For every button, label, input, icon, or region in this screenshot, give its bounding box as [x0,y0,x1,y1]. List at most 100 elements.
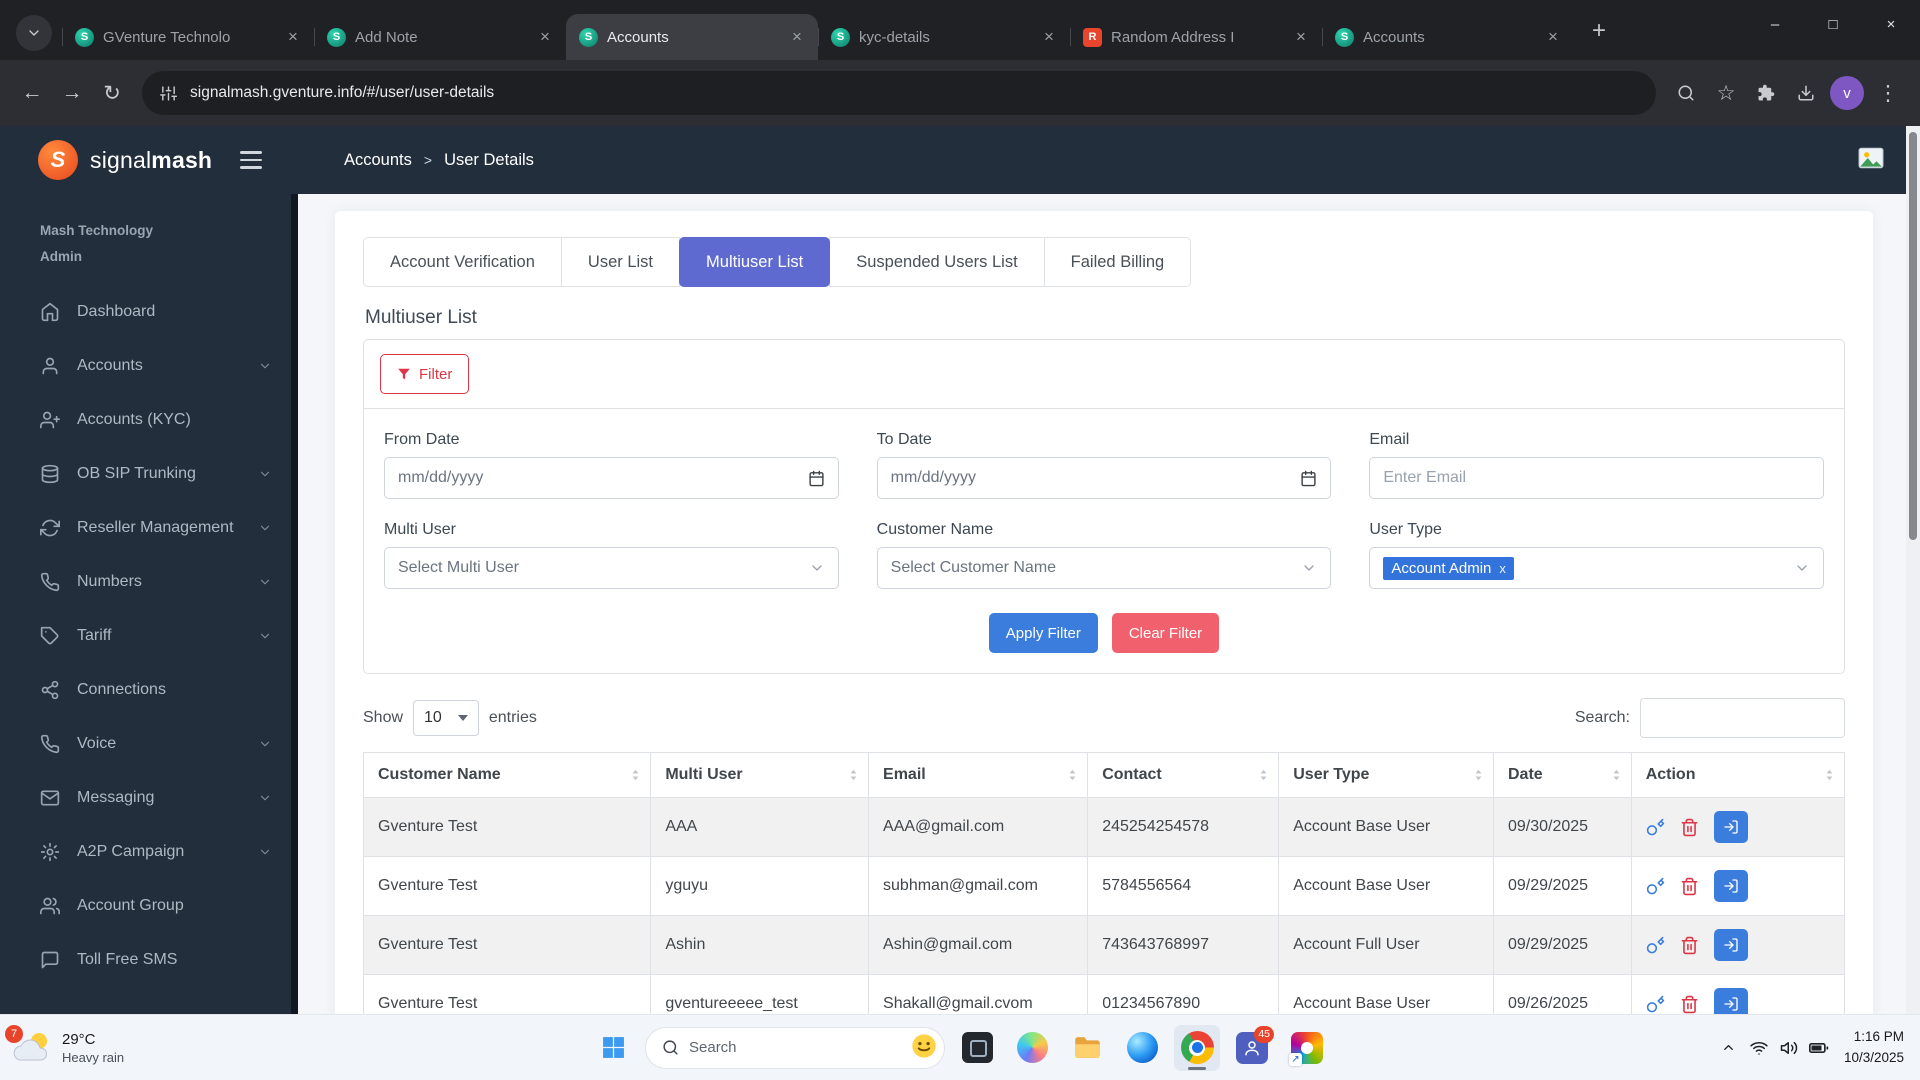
column-header-multi-user[interactable]: Multi User [650,752,870,798]
page-size-select[interactable]: 10 [413,700,479,736]
multi-user-select[interactable]: Select Multi User [384,547,839,589]
page-scrollbar[interactable] [1906,126,1920,1014]
trash-icon[interactable] [1680,995,1699,1014]
browser-tab[interactable]: R Random Address I × [1070,14,1322,60]
profile-avatar[interactable]: v [1830,76,1864,110]
tab-close-icon[interactable]: × [1542,26,1564,48]
new-tab-button[interactable]: + [1584,16,1614,46]
edge-button[interactable] [1119,1025,1165,1071]
extensions-button[interactable] [1746,73,1786,113]
start-button[interactable] [590,1025,636,1071]
login-button[interactable] [1713,929,1748,961]
browser-tab[interactable]: S kyc-details × [818,14,1070,60]
close-button[interactable]: × [1862,0,1920,48]
column-header-action[interactable]: Action [1630,752,1846,798]
column-header-customer-name[interactable]: Customer Name [362,752,652,798]
tab-close-icon[interactable]: × [534,26,556,48]
sidebar-item-numbers[interactable]: Numbers [0,555,298,609]
wifi-icon[interactable] [1744,1032,1774,1064]
key-icon[interactable] [1646,877,1665,896]
browser-tab-active[interactable]: S Accounts × [566,14,818,60]
login-button[interactable] [1713,988,1748,1014]
customer-name-select[interactable]: Select Customer Name [876,547,1332,589]
task-view-button[interactable] [954,1025,1000,1071]
reload-button[interactable]: ↻ [92,73,132,113]
battery-icon[interactable] [1804,1032,1834,1064]
browser-tab[interactable]: S GVenture Technolo × [62,14,314,60]
site-settings-icon[interactable] [160,85,177,102]
tab-search-button[interactable] [16,15,52,51]
minimize-button[interactable]: – [1746,0,1804,48]
login-button[interactable] [1713,870,1748,902]
column-header-user-type[interactable]: User Type [1278,752,1494,798]
tab-close-icon[interactable]: × [1290,26,1312,48]
sidebar-item-connections[interactable]: Connections [0,663,298,717]
hidden-icons-button[interactable] [1714,1032,1744,1064]
table-search-input[interactable] [1640,698,1845,738]
sidebar-item-account-group[interactable]: Account Group [0,879,298,933]
tab-failed-billing[interactable]: Failed Billing [1043,237,1192,287]
sidebar-item-accounts-kyc[interactable]: Accounts (KYC) [0,393,298,447]
sidebar-toggle-button[interactable] [240,151,263,169]
user-type-multiselect[interactable]: Account Admin x [1369,547,1824,589]
sidebar-item-ob-sip-trunking[interactable]: OB SIP Trunking [0,447,298,501]
tab-user-list[interactable]: User List [560,237,681,287]
trash-icon[interactable] [1680,818,1699,837]
column-header-email[interactable]: Email [868,752,1089,798]
search-icon-button[interactable] [1666,73,1706,113]
tab-close-icon[interactable]: × [1038,26,1060,48]
calendar-icon[interactable] [1300,470,1317,487]
key-icon[interactable] [1646,936,1665,955]
file-explorer-button[interactable] [1064,1025,1110,1071]
column-header-date[interactable]: Date [1492,752,1632,798]
copilot-button[interactable] [1009,1025,1055,1071]
sidebar-item-dashboard[interactable]: Dashboard [0,285,298,339]
sidebar-item-tariff[interactable]: Tariff [0,609,298,663]
forward-button[interactable]: → [52,73,92,113]
tab-close-icon[interactable]: × [282,26,304,48]
from-date-input[interactable]: mm/dd/yyyy [384,457,839,499]
downloads-button[interactable] [1786,73,1826,113]
maximize-button[interactable]: □ [1804,0,1862,48]
tab-suspended-users-list[interactable]: Suspended Users List [829,237,1045,287]
sidebar-item-messaging[interactable]: Messaging [0,771,298,825]
copilot-icon [1016,1032,1048,1063]
scrollbar-thumb[interactable] [1909,132,1917,541]
apply-filter-button[interactable]: Apply Filter [988,613,1098,653]
photos-button[interactable]: ↗ [1284,1025,1330,1071]
tab-account-verification[interactable]: Account Verification [363,237,562,287]
sidebar-item-a2p-campaign[interactable]: A2P Campaign [0,825,298,879]
filter-toggle-button[interactable]: Filter [380,354,470,394]
login-button[interactable] [1713,811,1748,843]
clear-filter-button[interactable]: Clear Filter [1111,613,1220,653]
volume-icon[interactable] [1774,1032,1804,1064]
browser-tab[interactable]: S Add Note × [314,14,566,60]
bookmark-star-button[interactable]: ☆ [1706,73,1746,113]
key-icon[interactable] [1646,995,1665,1014]
sidebar-item-toll-free-sms[interactable]: Toll Free SMS [0,933,298,987]
header-image-icon[interactable] [1858,147,1884,174]
breadcrumb-accounts[interactable]: Accounts [344,151,412,170]
taskbar-clock[interactable]: 1:16 PM 10/3/2025 [1844,1027,1904,1068]
column-header-contact[interactable]: Contact [1087,752,1280,798]
to-date-input[interactable]: mm/dd/yyyy [876,457,1332,499]
sidebar-item-voice[interactable]: Voice [0,717,298,771]
taskbar-search[interactable]: Search [645,1026,945,1069]
url-bar[interactable]: signalmash.gventure.info/#/user/user-det… [142,71,1656,115]
sidebar-item-accounts[interactable]: Accounts [0,339,298,393]
weather-widget[interactable]: 7 29°C Heavy rain [5,1024,124,1066]
tab-close-icon[interactable]: × [786,26,808,48]
remove-tag-icon[interactable]: x [1499,561,1506,576]
teams-button[interactable]: 45 [1229,1025,1275,1071]
key-icon[interactable] [1646,818,1665,837]
back-button[interactable]: ← [12,73,52,113]
trash-icon[interactable] [1680,936,1699,955]
browser-tab[interactable]: S Accounts × [1322,14,1574,60]
calendar-icon[interactable] [808,470,825,487]
browser-menu-button[interactable]: ⋮ [1868,73,1908,113]
chrome-button[interactable] [1174,1024,1220,1071]
email-input[interactable] [1369,457,1824,499]
trash-icon[interactable] [1680,877,1699,896]
sidebar-item-reseller-management[interactable]: Reseller Management [0,501,298,555]
tab-multiuser-list[interactable]: Multiuser List [679,237,831,287]
